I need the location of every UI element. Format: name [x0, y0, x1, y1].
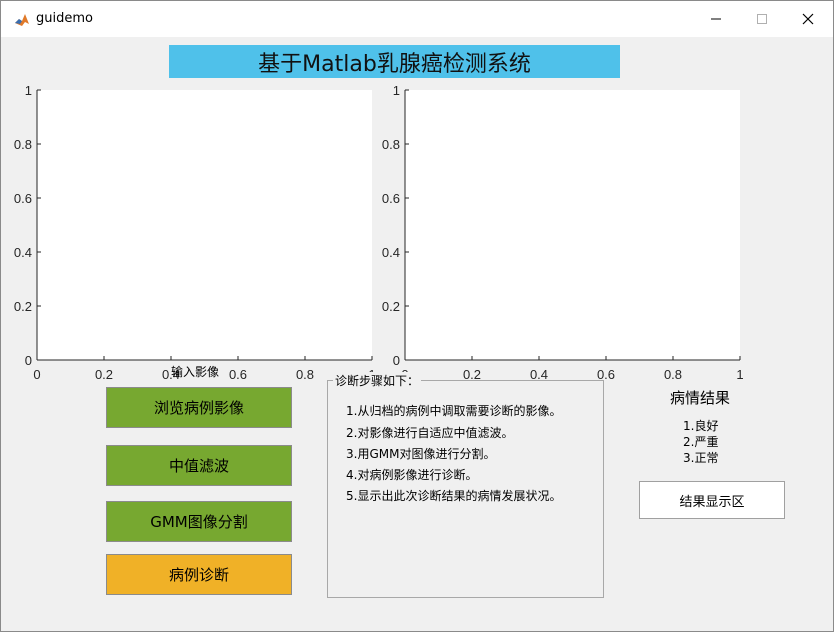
x-tick-label: 0 [33, 367, 40, 382]
gmm-segmentation-button[interactable]: GMM图像分割 [106, 501, 292, 542]
diagnosis-steps-title: 诊断步骤如下： [333, 372, 422, 389]
median-filter-button[interactable]: 中值滤波 [106, 445, 292, 486]
y-tick-label: 1 [393, 83, 400, 98]
result-option: 3.正常 [683, 451, 719, 465]
step-item: 2.对影像进行自适应中值滤波。 [346, 426, 514, 440]
x-tick-label: 0.2 [95, 367, 113, 382]
output-image-axes: 00.20.40.60.8100.20.40.60.81 [382, 83, 744, 382]
y-tick-label: 0.2 [382, 299, 400, 314]
result-option: 1.良好 [683, 419, 719, 433]
input-image-caption: 输入影像 [170, 365, 219, 379]
result-option: 2.严重 [683, 435, 719, 449]
y-tick-label: 0.4 [14, 245, 32, 260]
y-tick-label: 0.4 [382, 245, 400, 260]
step-item: 4.对病例影像进行诊断。 [346, 468, 478, 482]
y-tick-label: 0.6 [14, 191, 32, 206]
result-display-box: 结果显示区 [639, 481, 785, 519]
browse-case-image-button[interactable]: 浏览病例影像 [106, 387, 292, 428]
y-tick-label: 0 [25, 353, 32, 368]
axes1-plot-area [37, 90, 372, 360]
step-item: 5.显示出此次诊断结果的病情发展状况。 [346, 489, 562, 503]
input-image-axes: 00.20.40.60.8100.20.40.60.81 [14, 83, 376, 382]
condition-result-title: 病情结果 [669, 389, 730, 407]
y-tick-label: 0 [393, 353, 400, 368]
y-tick-label: 0.2 [14, 299, 32, 314]
y-tick-label: 1 [25, 83, 32, 98]
axes2-plot-area [405, 90, 740, 360]
x-tick-label: 0.8 [296, 367, 314, 382]
y-tick-label: 0.6 [382, 191, 400, 206]
step-item: 1.从归档的病例中调取需要诊断的影像。 [346, 404, 562, 418]
y-tick-label: 0.8 [14, 137, 32, 152]
x-tick-label: 0.8 [664, 367, 682, 382]
case-diagnosis-button[interactable]: 病例诊断 [106, 554, 292, 595]
y-tick-label: 0.8 [382, 137, 400, 152]
x-tick-label: 1 [736, 367, 743, 382]
step-item: 3.用GMM对图像进行分割。 [346, 447, 496, 461]
